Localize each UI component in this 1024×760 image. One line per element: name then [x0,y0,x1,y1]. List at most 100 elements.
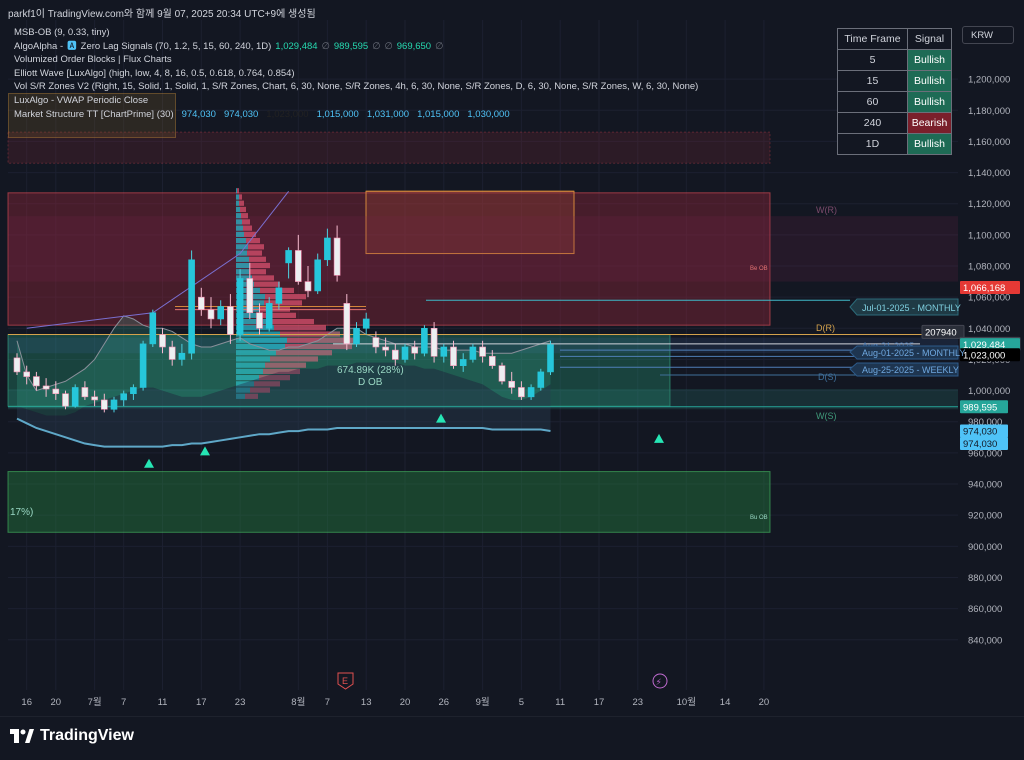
x-tick-label: 23 [633,697,644,708]
dr-label: D(R) [816,323,835,333]
candle-bull [421,328,428,354]
candle-bear [411,346,419,354]
profile-bar-sell [239,194,242,200]
tf-header: Time Frame [837,28,908,50]
x-tick-label: 16 [21,697,32,708]
x-tick-label: 11 [555,697,565,708]
profile-bar-sell [269,318,314,325]
candle-bear [23,371,31,377]
monthly-aug-tag: Aug-01-2025 - MONTHLY [849,345,965,360]
ds-label: D(S) [818,372,837,382]
snapshot-header: parkf1이 TradingView.com와 함께 9월 07, 2025 … [8,9,316,20]
candle-bull [178,352,186,360]
candle-bull [527,387,535,398]
candle-bear [508,380,516,388]
profile-bar-buy [236,188,237,194]
candle-bear [207,309,215,320]
x-tick-label: 9월 [476,696,490,708]
profile-bar-buy [236,206,240,213]
weekly-resistance-zone [8,216,958,282]
candle-bull [120,393,127,401]
dividend-icon: ⚡ [656,678,662,688]
candle-bull [285,250,292,264]
candle-bull [130,387,137,395]
legend-vol-sr-zones[interactable]: Vol S/R Zones V2 (Right, 15, Solid, 1, S… [14,80,698,94]
candle-bear [304,281,312,292]
y-tick-label: 920,000 [968,511,1002,522]
signal-row: 15 Bullish [837,70,952,92]
legend-elliott-wave[interactable]: Elliott Wave [LuxAlgo] (high, low, 4, 8,… [14,67,698,81]
signal-cell: Bullish [907,91,952,113]
candle-bear [52,388,60,395]
profile-bar-sell [249,256,266,262]
x-tick-label: 26 [439,697,450,708]
profile-bar-buy [236,231,244,237]
tradingview-logo-icon [10,729,34,743]
legend-vwap[interactable]: LuxAlgo - VWAP Periodic Close [14,94,698,108]
candle-bear [518,387,525,398]
profile-bar-sell [243,225,252,231]
x-axis[interactable]: 16 20 7월 7 11 17 23 8월 7 13 20 26 9월 5 11 17 23 10월 14 20 [21,696,769,708]
profile-bar-sell [239,200,244,206]
tradingview-logo[interactable]: TradingView [10,727,134,745]
candle-bear [81,387,89,398]
footer-bar [0,716,1024,760]
profile-bar-buy [236,194,239,200]
x-tick-label: 7 [325,697,330,708]
monthly-jul-text: Jul-01-2025 - MONTHLY [862,303,961,313]
candle-bear [391,349,399,360]
profile-bar-sell [254,281,280,287]
x-tick-label: 11 [158,697,168,708]
earnings-marker[interactable]: E [337,672,354,690]
weekly-aug-text: Aug-25-2025 - WEEKLY [862,365,959,375]
signal-row: 5 Bullish [837,49,952,71]
legend-msb-ob[interactable]: MSB-OB (9, 0.33, tiny) [14,26,698,40]
y-tick-label: 1,140,000 [968,168,1010,179]
candle-bull [314,259,322,292]
wr-label: W(R) [816,205,837,215]
signal-row: 1D Bullish [837,133,952,155]
candle-bear [498,365,506,382]
currency-selector[interactable]: KRW [962,26,1014,44]
candle-bear [42,385,50,390]
x-tick-label: 23 [235,697,246,708]
y-tick-label: 1,200,000 [968,75,1010,86]
profile-bar-buy [236,237,246,244]
signal-row: 240 Bearish [837,112,952,134]
x-tick-label: 10월 [677,696,696,708]
price-label-text: 1,066,168 [963,283,1005,294]
y-tick-label: 1,120,000 [968,199,1010,210]
indicator-legend: MSB-OB (9, 0.33, tiny) AlgoAlpha - 🅰 Zer… [14,26,698,121]
x-tick-label: 8월 [291,696,305,708]
candle-bear [168,346,176,360]
profile-bar-sell [249,269,266,275]
candle-bull [275,287,283,304]
candle-bull [537,371,545,388]
candle-bear [450,346,457,366]
legend-market-structure[interactable]: Market Structure TT [ChartPrime] (30) 97… [14,108,698,122]
price-label-text: 974,030 [963,427,997,438]
bu-ob-small-label: Bu OB [750,515,768,521]
legend-algoalpha[interactable]: AlgoAlpha - 🅰 Zero Lag Signals (70, 1.2,… [14,40,698,54]
x-tick-label: 20 [759,697,770,708]
legend-volumized-ob[interactable]: Volumized Order Blocks | Flux Charts [14,53,698,67]
y-tick-label: 1,100,000 [968,230,1010,241]
y-tick-label: 940,000 [968,480,1002,491]
signal-header: Signal [907,28,952,50]
y-tick-label: 1,040,000 [968,324,1010,335]
signal-row: 60 Bullish [837,91,952,113]
profile-bar-sell [250,262,270,269]
tradingview-brand: TradingView [40,727,134,744]
candle-bear [198,296,205,310]
x-tick-label: 7 [121,697,126,708]
dividend-marker[interactable]: ⚡ [652,673,668,689]
profile-bar-sell [248,244,264,250]
profile-bar-buy [236,256,249,262]
candle-bear [33,376,40,387]
candle-bull [362,318,370,329]
x-tick-label: 20 [400,697,411,708]
profile-bar-buy [236,269,249,275]
x-tick-label: 13 [361,697,372,708]
bullish-order-block [7,471,771,533]
candle-bear [333,237,341,276]
